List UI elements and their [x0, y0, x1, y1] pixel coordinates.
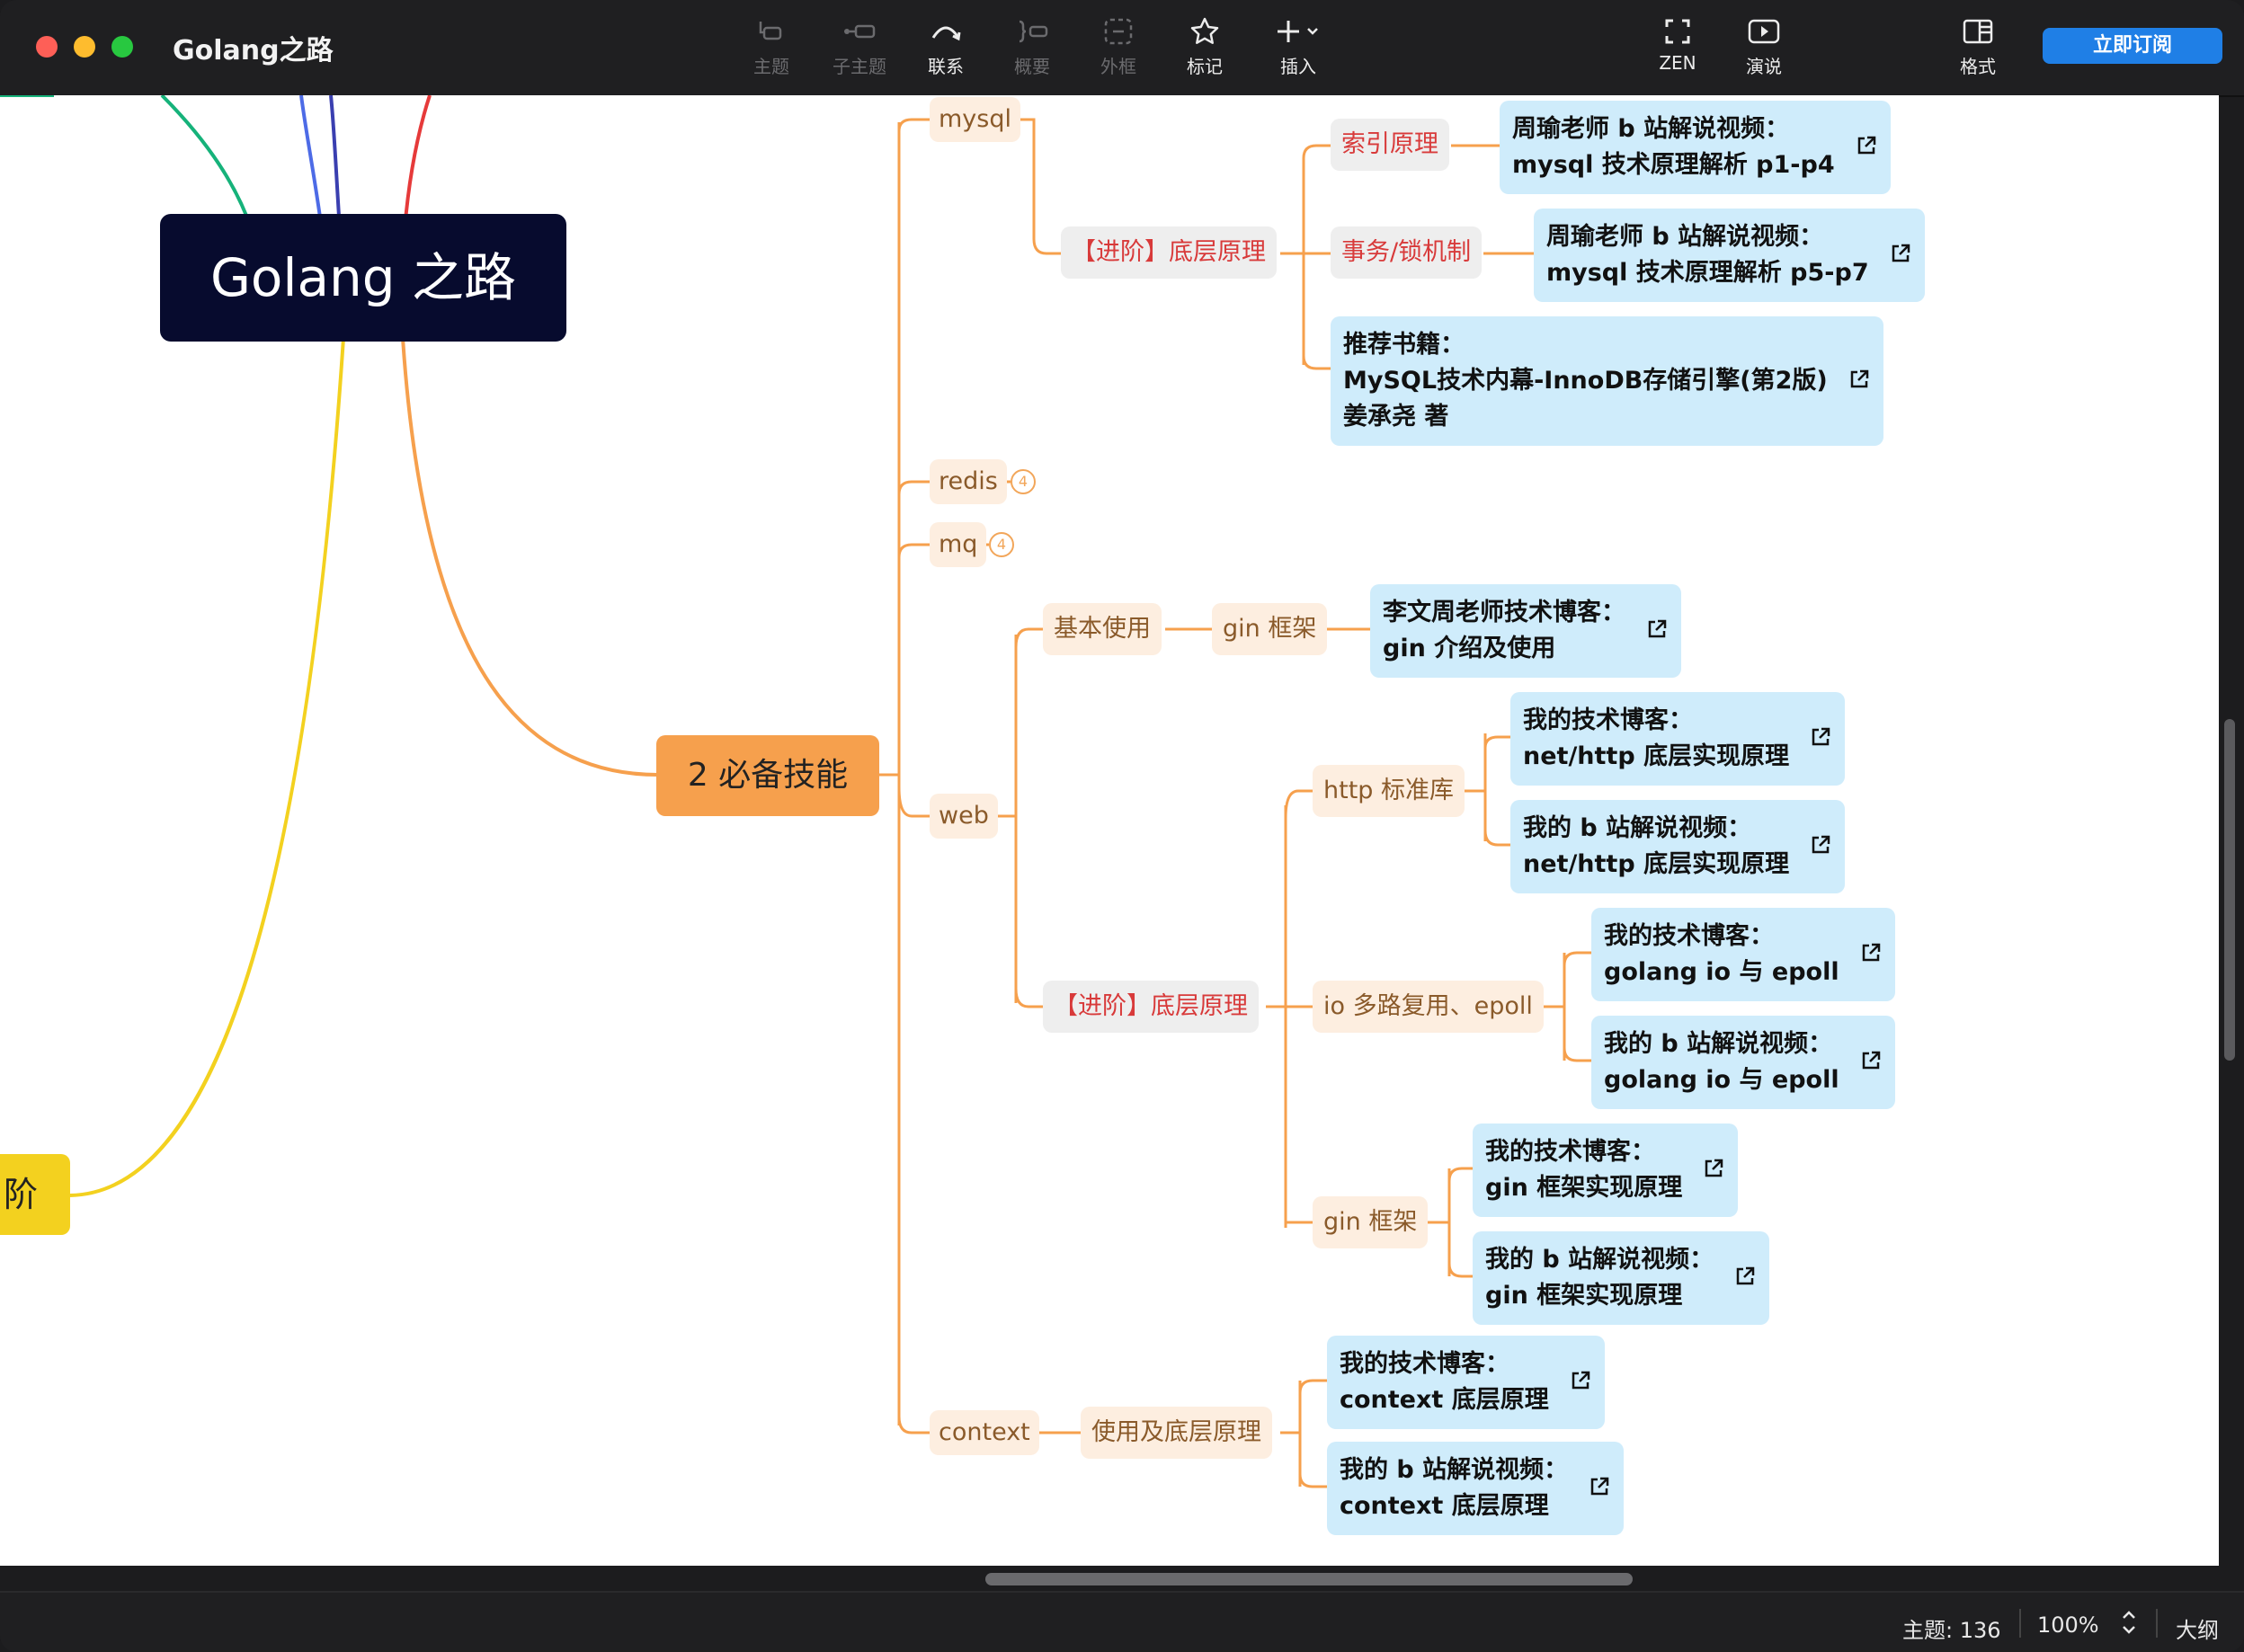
root-topic[interactable]: Golang 之路 — [160, 214, 566, 342]
topic-count: 主题: 136 — [1902, 1618, 2001, 1643]
topic-gin-basic[interactable]: gin 框架 — [1212, 603, 1328, 655]
external-link-icon[interactable] — [1588, 1475, 1611, 1498]
collapsed-count-badge[interactable]: 4 — [989, 532, 1014, 557]
relationship-button[interactable]: 联系 — [901, 16, 991, 81]
subscribe-button[interactable]: 立即订阅 — [2043, 28, 2222, 64]
subtopic-icon — [815, 16, 904, 49]
star-icon — [1160, 16, 1250, 49]
summary-button[interactable]: 概要 — [987, 16, 1077, 81]
topic-context[interactable]: context — [930, 1410, 1039, 1455]
topic-gin-advanced[interactable]: gin 框架 — [1313, 1196, 1429, 1248]
zoom-level[interactable]: 100% — [2037, 1612, 2099, 1638]
external-link-icon[interactable] — [1645, 617, 1669, 641]
topic-web-basic[interactable]: 基本使用 — [1043, 603, 1162, 655]
leaf-mysql-book[interactable]: 推荐书籍： MySQL技术内幕-InnoDB存储引擎(第2版) 姜承尧 著 — [1331, 316, 1883, 446]
topic-context-usage[interactable]: 使用及底层原理 — [1081, 1407, 1272, 1459]
leaf-context-video[interactable]: 我的 b 站解说视频： context 底层原理 — [1327, 1442, 1625, 1535]
branch-topic-essential-skills[interactable]: 2 必备技能 — [656, 735, 879, 816]
topic-io-epoll[interactable]: io 多路复用、epoll — [1313, 981, 1544, 1033]
zoom-stepper-icon[interactable] — [2118, 1607, 2140, 1638]
leaf-gin-blog[interactable]: 我的技术博客： gin 框架实现原理 — [1473, 1124, 1739, 1217]
topic-button[interactable]: 主题 — [726, 16, 816, 81]
external-link-icon[interactable] — [1848, 368, 1871, 391]
marker-button[interactable]: 标记 — [1160, 16, 1250, 81]
outline-button[interactable]: 大纲 — [2176, 1612, 2219, 1644]
external-link-icon[interactable] — [1569, 1369, 1592, 1392]
leaf-http-video[interactable]: 我的 b 站解说视频： net/http 底层实现原理 — [1510, 800, 1846, 893]
topic-mysql-advanced[interactable]: 【进阶】底层原理 — [1061, 226, 1277, 279]
leaf-io-blog[interactable]: 我的技术博客： golang io 与 epoll — [1591, 908, 1895, 1001]
external-link-icon[interactable] — [1859, 1049, 1883, 1072]
format-panel-button[interactable]: 格式 — [1933, 16, 2023, 81]
play-screen-icon — [1719, 16, 1809, 49]
topic-http-stdlib[interactable]: http 标准库 — [1313, 765, 1465, 817]
vertical-scrollbar-thumb[interactable] — [2224, 719, 2235, 1061]
topic-transaction-lock[interactable]: 事务/锁机制 — [1331, 226, 1483, 279]
fullscreen-icon — [1633, 16, 1723, 49]
leaf-gin-video[interactable]: 我的 b 站解说视频： gin 框架实现原理 — [1473, 1231, 1770, 1325]
external-link-icon[interactable] — [1702, 1157, 1725, 1180]
collapsed-count-badge[interactable]: 4 — [1011, 469, 1036, 494]
topic-web-advanced[interactable]: 【进阶】底层原理 — [1043, 981, 1259, 1033]
topic-index-principle[interactable]: 索引原理 — [1331, 119, 1449, 171]
status-divider — [2019, 1609, 2021, 1638]
window-title: Golang之路 — [173, 35, 334, 67]
horizontal-scrollbar-thumb[interactable] — [985, 1573, 1633, 1585]
leaf-mysql-txn-video[interactable]: 周瑜老师 b 站解说视频： mysql 技术原理解析 p5-p7 — [1534, 209, 1925, 302]
app-window: Golang之路 主题 子主题 联系 概要 外框 标记 插入 ZEN 演说 格式… — [0, 0, 2244, 1652]
topic-mysql[interactable]: mysql — [930, 97, 1020, 142]
external-link-icon[interactable] — [1809, 833, 1832, 857]
leaf-mysql-index-video[interactable]: 周瑜老师 b 站解说视频： mysql 技术原理解析 p1-p4 — [1500, 101, 1891, 194]
mindmap-canvas[interactable]: Golang 之路 阶 2 必备技能 mysql 【进阶】底层原理 索引原理 事… — [0, 95, 2219, 1566]
leaf-http-blog[interactable]: 我的技术博客： net/http 底层实现原理 — [1510, 692, 1846, 786]
side-panel-icon — [1933, 16, 2023, 49]
status-divider — [2156, 1609, 2158, 1638]
maximize-window-button[interactable] — [111, 36, 133, 58]
subtopic-button[interactable]: 子主题 — [815, 16, 904, 81]
summary-icon — [987, 16, 1077, 49]
toolbar: Golang之路 主题 子主题 联系 概要 外框 标记 插入 ZEN 演说 格式… — [0, 0, 2244, 97]
leaf-gin-intro-blog[interactable]: 李文周老师技术博客： gin 介绍及使用 — [1370, 584, 1681, 678]
topic-icon — [726, 16, 816, 49]
leaf-context-blog[interactable]: 我的技术博客： context 底层原理 — [1327, 1336, 1605, 1429]
boundary-button[interactable]: 外框 — [1073, 16, 1163, 81]
topic-mq[interactable]: mq — [930, 522, 987, 567]
plus-chevron-icon — [1253, 16, 1343, 49]
pitch-mode-button[interactable]: 演说 — [1719, 16, 1809, 81]
branch-topic-advanced-partial[interactable]: 阶 — [0, 1154, 70, 1235]
minimize-window-button[interactable] — [74, 36, 95, 58]
external-link-icon[interactable] — [1733, 1265, 1757, 1288]
boundary-icon — [1073, 16, 1163, 49]
external-link-icon[interactable] — [1809, 725, 1832, 749]
external-link-icon[interactable] — [1855, 134, 1878, 157]
close-window-button[interactable] — [36, 36, 58, 58]
leaf-io-video[interactable]: 我的 b 站解说视频： golang io 与 epoll — [1591, 1016, 1895, 1109]
external-link-icon[interactable] — [1859, 941, 1883, 964]
topic-web[interactable]: web — [930, 794, 998, 839]
topic-redis[interactable]: redis — [930, 459, 1007, 504]
relationship-icon — [901, 16, 991, 49]
insert-button[interactable]: 插入 — [1253, 16, 1343, 81]
zen-mode-button[interactable]: ZEN — [1633, 16, 1723, 81]
external-link-icon[interactable] — [1889, 242, 1912, 265]
